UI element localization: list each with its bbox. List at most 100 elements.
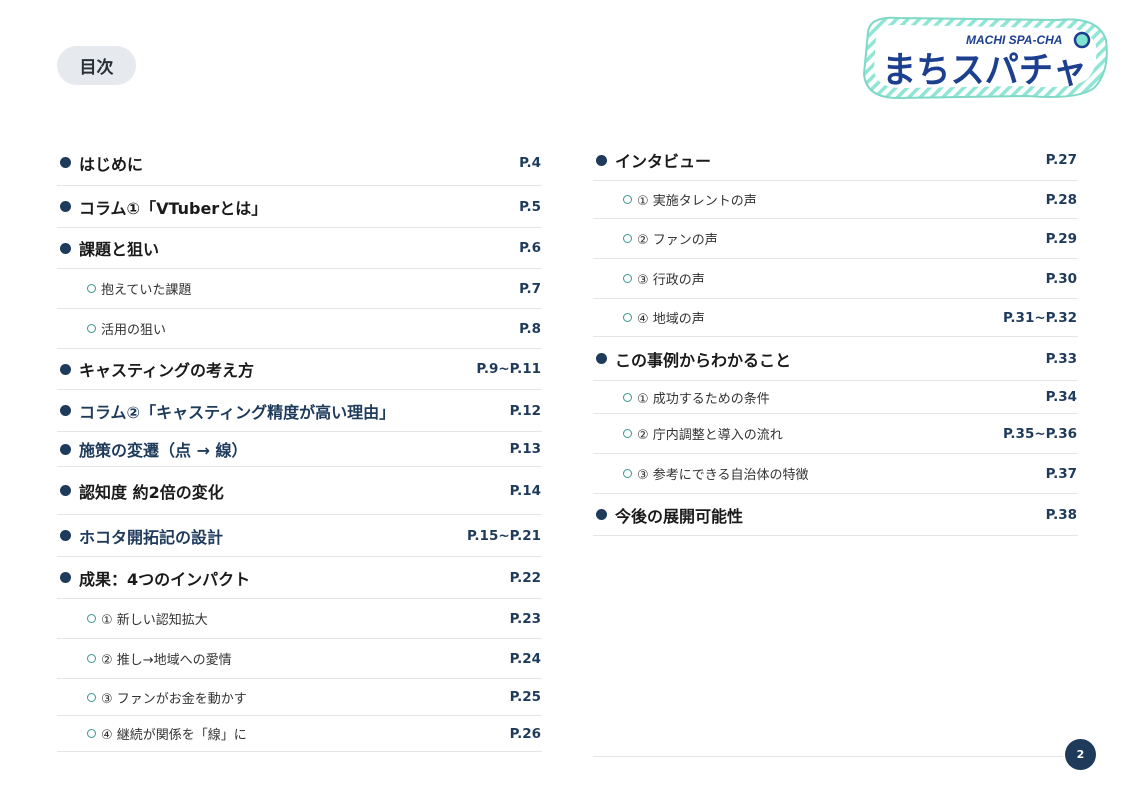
filled-bullet-icon	[60, 157, 71, 168]
toc-item-page: P.15~P.21	[467, 527, 541, 544]
toc-item-title: ② 庁内調整と導入の流れ	[637, 428, 783, 443]
toc-subitem[interactable]: ④ 地域の声 P.31~P.32	[593, 299, 1078, 337]
toc-item-page: P.6	[519, 240, 541, 256]
toc-left-column: はじめに P.4 コラム①「VTuberとは」 P.5 課題と狙い P.6 抱えていた課題 P…	[57, 140, 542, 752]
toc-item-title: 活用の狙い	[101, 323, 167, 338]
toc-item[interactable]: はじめに P.4	[57, 140, 542, 186]
toc-subitem[interactable]: 抱えていた課題 P.7	[57, 269, 542, 309]
toc-item-page: P.23	[509, 610, 541, 627]
hollow-bullet-icon	[623, 195, 632, 204]
toc-item-title: 課題と狙い	[79, 240, 160, 259]
hollow-bullet-icon	[87, 729, 96, 738]
toc-item-title: 認知度 約2倍の変化	[79, 482, 224, 502]
toc-item-title: ③ 行政の声	[637, 273, 705, 288]
toc-item-page: P.35~P.36	[1003, 425, 1077, 442]
filled-bullet-icon	[60, 242, 71, 254]
toc-item-page: P.7	[519, 280, 541, 297]
toc-subitem[interactable]: ① 実施タレントの声 P.28	[593, 181, 1078, 219]
toc-subitem[interactable]: ④ 継続が関係を「線」に P.26	[57, 716, 542, 752]
toc-item-title: ④ 地域の声	[637, 312, 705, 327]
toc-item-title: ① 実施タレントの声	[637, 194, 757, 209]
toc-item-title: ① 成功するための条件	[637, 391, 770, 407]
footer-divider	[593, 756, 1063, 757]
hollow-bullet-icon	[623, 313, 632, 322]
toc-item-page: P.13	[509, 441, 541, 457]
toc-item[interactable]: 施策の変遷（点 → 線） P.13	[57, 432, 542, 467]
filled-bullet-icon	[60, 485, 71, 496]
hollow-bullet-icon	[623, 274, 632, 283]
filled-bullet-icon	[596, 353, 607, 364]
hollow-bullet-icon	[87, 284, 96, 293]
toc-item-title: はじめに	[79, 154, 144, 174]
filled-bullet-icon	[60, 363, 71, 375]
toc-item-title: ① 新しい認知拡大	[101, 613, 208, 628]
toc-item[interactable]: 今後の展開可能性 P.38	[593, 494, 1078, 536]
toc-subitem[interactable]: ③ 参考にできる自治体の特徴 P.37	[593, 454, 1078, 494]
toc-item[interactable]: コラム①「VTuberとは」 P.5	[57, 186, 542, 228]
hollow-bullet-icon	[623, 234, 632, 243]
toc-item-title: コラム②「キャスティング精度が高い理由」	[79, 402, 396, 422]
toc-item-page: P.5	[519, 198, 541, 215]
hollow-bullet-icon	[623, 429, 632, 438]
hollow-bullet-icon	[87, 692, 96, 702]
toc-item[interactable]: キャスティングの考え方 P.9~P.11	[57, 349, 542, 390]
toc-label: 目次	[57, 46, 136, 85]
toc-item-page: P.33	[1045, 350, 1077, 367]
toc-item[interactable]: コラム②「キャスティング精度が高い理由」 P.12	[57, 390, 542, 432]
toc-item-title: ホコタ開拓記の設計	[79, 527, 224, 547]
filled-bullet-icon	[596, 154, 607, 166]
toc-item[interactable]: この事例からわかること P.33	[593, 337, 1078, 381]
toc-item-title: 抱えていた課題	[101, 283, 192, 298]
toc-item-page: P.22	[509, 569, 541, 586]
hollow-bullet-icon	[623, 392, 632, 402]
toc-item-title: この事例からわかること	[615, 350, 792, 370]
toc-item-page: P.9~P.11	[476, 361, 541, 377]
toc-item[interactable]: 認知度 約2倍の変化 P.14	[57, 467, 542, 515]
hollow-bullet-icon	[623, 469, 632, 478]
toc-subitem[interactable]: ② 庁内調整と導入の流れ P.35~P.36	[593, 414, 1078, 454]
toc-item[interactable]: インタビュー P.27	[593, 140, 1078, 181]
toc-item-page: P.8	[519, 320, 541, 337]
toc-subitem[interactable]: ① 成功するための条件 P.34	[593, 381, 1078, 414]
toc-item-page: P.34	[1045, 389, 1077, 405]
toc-item-page: P.24	[509, 650, 541, 667]
toc-item-page: P.25	[509, 689, 541, 705]
toc-subitem[interactable]: ② ファンの声 P.29	[593, 219, 1078, 259]
toc-subitem[interactable]: ③ ファンがお金を動かす P.25	[57, 679, 542, 716]
filled-bullet-icon	[60, 443, 71, 455]
filled-bullet-icon	[60, 405, 71, 416]
filled-bullet-icon	[596, 509, 607, 520]
toc-subitem[interactable]: 活用の狙い P.8	[57, 309, 542, 349]
toc-item[interactable]: ホコタ開拓記の設計 P.15~P.21	[57, 515, 542, 557]
toc-item[interactable]: 課題と狙い P.6	[57, 228, 542, 269]
toc-subitem[interactable]: ③ 行政の声 P.30	[593, 259, 1078, 299]
toc-item-page: P.14	[509, 482, 541, 499]
toc-item[interactable]: 成果：4つのインパクト P.22	[57, 557, 542, 599]
toc-item-page: P.27	[1045, 152, 1077, 168]
toc-item-title: ④ 継続が関係を「線」に	[101, 728, 247, 743]
toc-item-page: P.26	[509, 725, 541, 742]
toc-item-title: 施策の変遷（点 → 線）	[79, 441, 248, 460]
logo-title: まちスパチャ	[882, 50, 1087, 91]
toc-item-page: P.12	[509, 402, 541, 419]
toc-subitem[interactable]: ② 推し→地域への愛情 P.24	[57, 639, 542, 679]
toc-item-title: ③ ファンがお金を動かす	[101, 691, 247, 707]
toc-item-title: インタビュー	[615, 152, 712, 171]
filled-bullet-icon	[60, 572, 71, 583]
page-number-badge: 2	[1065, 739, 1096, 770]
toc-item-page: P.37	[1045, 465, 1077, 482]
toc-item-title: 今後の展開可能性	[615, 506, 744, 526]
toc-subitem[interactable]: ① 新しい認知拡大 P.23	[57, 599, 542, 639]
toc-item-page: P.28	[1045, 191, 1077, 208]
toc-item-title: キャスティングの考え方	[79, 361, 255, 380]
toc-item-page: P.30	[1045, 270, 1077, 287]
filled-bullet-icon	[60, 530, 71, 541]
toc-item-page: P.38	[1045, 506, 1077, 523]
toc-item-title: コラム①「VTuberとは」	[79, 198, 268, 218]
toc-item-page: P.31~P.32	[1003, 309, 1077, 326]
hollow-bullet-icon	[87, 614, 96, 623]
hollow-bullet-icon	[87, 654, 96, 663]
logo-dot-icon	[1073, 31, 1091, 49]
hollow-bullet-icon	[87, 324, 96, 333]
toc-right-column: インタビュー P.27 ① 実施タレントの声 P.28 ② ファンの声 P.29 ③ 行政の…	[593, 140, 1078, 536]
